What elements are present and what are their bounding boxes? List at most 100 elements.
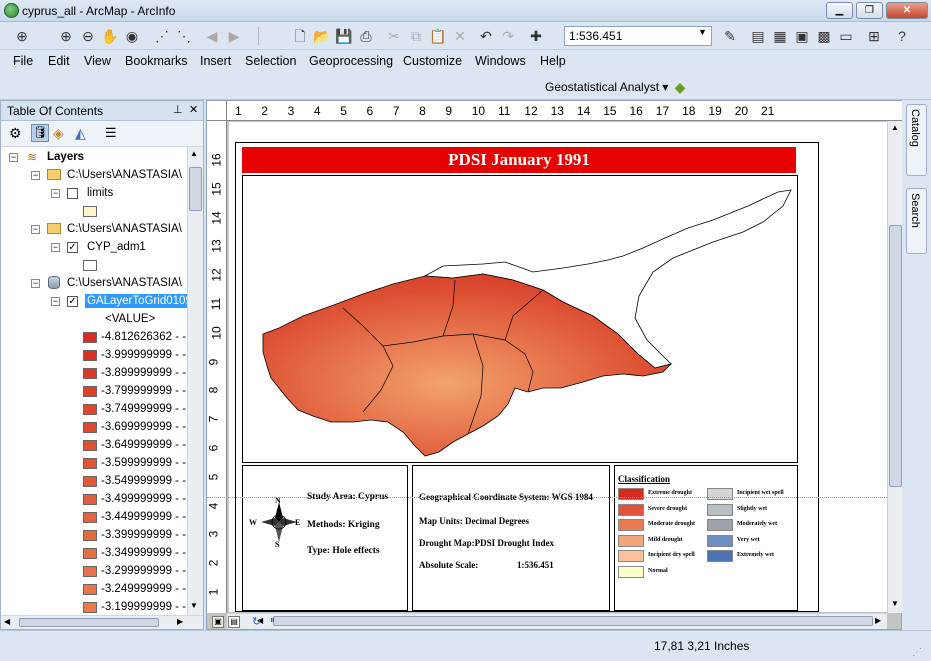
scroll-right-icon[interactable]: ▶ [177,617,183,626]
menu-windows[interactable]: Windows [475,54,526,68]
layout-vertical-scrollbar[interactable]: ▲ ▼ [887,121,903,613]
toc-value-class-row[interactable]: -3.699999999 - - [1,419,187,437]
toc-value-class-row[interactable]: -3.799999999 - - [1,383,187,401]
geostatistical-analyst-menu[interactable]: Geostatistical Analyst ▾ [545,80,668,94]
undo-icon[interactable]: ↶ [476,26,496,46]
toc-value-class-row[interactable]: -3.249999999 - - [1,581,187,599]
collapse-icon[interactable]: − [31,225,40,234]
menu-edit[interactable]: Edit [48,54,70,68]
toc-value-class-row[interactable]: -3.899999999 - - [1,365,187,383]
zoom-out-icon[interactable]: ⊖ [78,26,98,46]
list-by-selection-icon[interactable]: ◭ [75,125,86,142]
arctoolbox-icon[interactable]: ▩ [814,26,834,46]
pause-drawing-icon[interactable]: ⏸ [270,615,275,626]
zoom-in-icon[interactable]: ⊕ [56,26,76,46]
help-icon[interactable]: ? [892,26,912,46]
search-tab[interactable]: Search [906,188,927,254]
class-color-swatch[interactable] [83,386,97,397]
map-title[interactable]: PDSI January 1991 [242,147,796,173]
class-color-swatch[interactable] [83,530,97,541]
toc-value-class-row[interactable]: -3.749999999 - - [1,401,187,419]
toc-symbol-row[interactable] [1,257,187,275]
layout-hscroll-thumb[interactable] [273,616,873,626]
catalog-tab[interactable]: Catalog [906,104,927,176]
toc-source-row[interactable]: − C:\Users\ANASTASIA\ [1,221,187,239]
list-by-visibility-icon[interactable]: ◈ [53,125,64,142]
layer-name-selected[interactable]: GALayerToGrid0109 [85,294,187,308]
toc-value-class-row[interactable]: -4.812626362 - - [1,329,187,347]
scroll-up-icon[interactable]: ▲ [891,123,899,132]
study-info-panel[interactable]: N S E W Study Area: Cyprus Methods: Krig… [242,465,408,611]
class-color-swatch[interactable] [83,494,97,505]
toc-layer-limits[interactable]: − limits [1,185,187,203]
catalog-window-icon[interactable]: ▦ [770,26,790,46]
layout-view-icon[interactable]: ▤ [228,616,240,628]
scroll-up-icon[interactable]: ▲ [190,149,198,158]
toc-horizontal-scrollbar[interactable]: ◀ ▶ [1,615,203,629]
maximize-button[interactable]: ❐ [856,2,883,19]
layout-view[interactable]: 1 2 3 4 5 6 7 8 9 10 11 12 13 14 15 16 17 18 19 20 21 16 15 14… [206,100,903,630]
print-icon[interactable]: ⎙ [356,26,376,46]
toc-value-class-row[interactable]: -3.999999999 - - [1,347,187,365]
scroll-down-icon[interactable]: ▼ [190,601,198,610]
collapse-icon[interactable]: − [51,297,60,306]
back-arrow-icon[interactable]: ◀ [202,26,222,46]
options-icon[interactable]: ☰ [105,125,117,141]
fixed-zoom-in-icon[interactable]: ⋰ [152,26,172,46]
toc-value-class-row[interactable]: -3.399999999 - - [1,527,187,545]
close-button[interactable]: ✕ [886,2,928,19]
class-color-swatch[interactable] [83,422,97,433]
close-icon[interactable]: ✕ [189,103,198,116]
menu-file[interactable]: File [13,54,33,68]
classification-legend[interactable]: Classification Extreme drought Severe dro… [614,465,798,611]
toc-value-class-row[interactable]: -3.499999999 - - [1,491,187,509]
data-frame[interactable] [242,175,798,463]
class-color-swatch[interactable] [83,350,97,361]
class-color-swatch[interactable] [83,512,97,523]
redo-icon[interactable]: ↷ [498,26,518,46]
menu-help[interactable]: Help [540,54,566,68]
resize-grip-icon[interactable]: ⋰ [912,647,922,658]
delete-icon[interactable]: ✕ [450,26,470,46]
collapse-icon[interactable]: − [9,153,18,162]
class-color-swatch[interactable] [83,602,97,613]
toc-hscroll-thumb[interactable] [19,618,159,627]
python-window-icon[interactable]: ▭ [836,26,856,46]
layer-symbol-swatch[interactable] [83,260,97,271]
layout-vscroll-thumb[interactable] [889,225,902,487]
menu-geoprocessing[interactable]: Geoprocessing [309,54,393,68]
class-color-swatch[interactable] [83,548,97,559]
class-color-swatch[interactable] [83,566,97,577]
toc-value-class-row[interactable]: -3.299999999 - - [1,563,187,581]
menu-bookmarks[interactable]: Bookmarks [125,54,188,68]
add-data-plus-icon[interactable]: ✚ [526,26,546,46]
scroll-right-icon[interactable]: ▶ [875,616,881,625]
paste-icon[interactable]: 📋 [428,26,448,46]
model-builder-icon[interactable]: ⊞ [864,26,884,46]
layer-visibility-checkbox[interactable]: ✓ [67,296,78,307]
layer-visibility-checkbox[interactable] [67,188,78,199]
pin-icon[interactable]: ⊥ [173,103,183,116]
class-color-swatch[interactable] [83,476,97,487]
scroll-left-icon[interactable]: ◀ [4,617,10,626]
minimize-button[interactable]: ▁ [826,2,853,19]
open-folder-icon[interactable]: 📂 [312,26,332,46]
layer-visibility-checkbox[interactable]: ✓ [67,242,78,253]
forward-arrow-icon[interactable]: ▶ [224,26,244,46]
menu-view[interactable]: View [84,54,111,68]
editor-toolbar-icon[interactable]: ✎ [720,26,740,46]
toc-value-class-row[interactable]: -3.599999999 - - [1,455,187,473]
toc-symbol-row[interactable] [1,203,187,221]
cut-icon[interactable]: ✂ [384,26,404,46]
collapse-icon[interactable]: − [51,189,60,198]
toc-vertical-scrollbar[interactable]: ▲ ▼ [187,147,203,617]
class-color-swatch[interactable] [83,458,97,469]
class-color-swatch[interactable] [83,332,97,343]
fixed-zoom-out-icon[interactable]: ⋱ [174,26,194,46]
toc-layer-galayer[interactable]: − ✓ GALayerToGrid0109 [1,293,187,311]
map-metadata-panel[interactable]: Geographical Coordinate System: WGS 1984… [412,465,610,611]
class-color-swatch[interactable] [83,440,97,451]
class-color-swatch[interactable] [83,404,97,415]
toc-value-class-row[interactable]: -3.449999999 - - [1,509,187,527]
data-view-icon[interactable]: ▣ [212,616,224,628]
